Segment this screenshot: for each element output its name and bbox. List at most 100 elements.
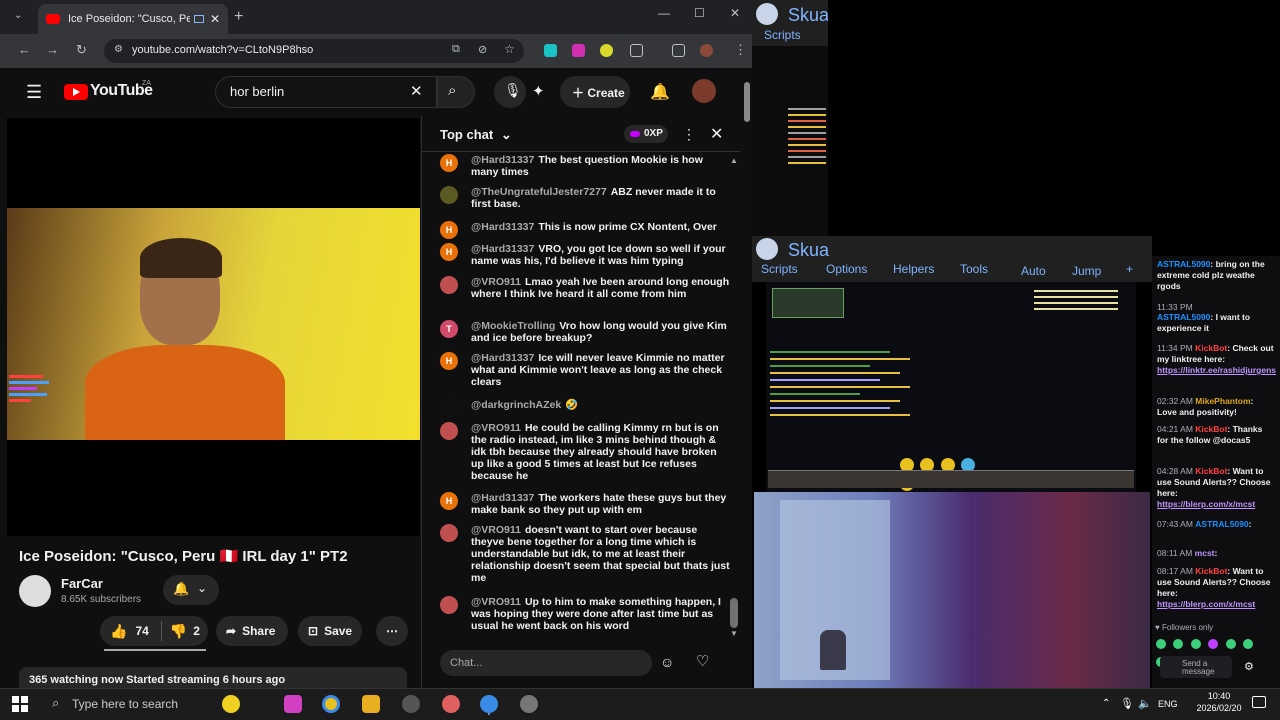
- chat-author-avatar[interactable]: H: [440, 243, 458, 261]
- create-button[interactable]: ＋ Create: [560, 76, 630, 108]
- voice-search-button[interactable]: 🎙: [494, 76, 526, 108]
- chat-scroll-up-icon[interactable]: ▲: [730, 156, 738, 165]
- chat-message[interactable]: @darkgrinchAZek 🤣: [440, 399, 730, 417]
- windows-start-icon[interactable]: [12, 696, 28, 712]
- chat-options-icon[interactable]: ⋮: [682, 126, 696, 143]
- chat-author-name[interactable]: @Hard31337: [471, 221, 534, 233]
- chat-message[interactable]: H @Hard31337 The workers hate these guys b…: [440, 492, 730, 516]
- copilot-icon[interactable]: [284, 695, 302, 713]
- new-tab-button[interactable]: +: [234, 8, 243, 26]
- chat-message[interactable]: @VRO911 Up to him to make something happe…: [440, 596, 730, 632]
- chat-mode-selector[interactable]: Top chat ⌄: [440, 127, 512, 143]
- stream-chat-username[interactable]: mcst: [1195, 548, 1215, 558]
- widgets-icon[interactable]: [222, 695, 240, 713]
- skua-menu-tools[interactable]: Tools: [960, 262, 988, 276]
- chat-author-avatar[interactable]: [440, 276, 458, 294]
- chat-author-name[interactable]: @Hard31337: [471, 154, 534, 166]
- chat-message[interactable]: H @Hard31337 This is now prime CX Nontent,…: [440, 221, 730, 239]
- subscription-bell-button[interactable]: 🔔 ⌄: [163, 575, 219, 605]
- chat-author-name[interactable]: @VRO911: [471, 524, 521, 536]
- search-input[interactable]: hor berlin ✕: [215, 76, 437, 108]
- extension-1-icon[interactable]: [544, 44, 557, 57]
- forward-button[interactable]: →: [46, 42, 59, 57]
- chat-author-name[interactable]: @MookieTrolling: [471, 320, 555, 332]
- app-icon[interactable]: [442, 695, 460, 713]
- stream-chat-username[interactable]: ASTRAL5090: [1157, 312, 1210, 322]
- chat-author-avatar[interactable]: [440, 422, 458, 440]
- bookmark-star-icon[interactable]: ☆: [504, 42, 515, 56]
- stream-chat-username[interactable]: KickBot: [1195, 424, 1227, 434]
- chat-scroll-down-icon[interactable]: ▼: [730, 629, 738, 638]
- chrome-icon[interactable]: [322, 695, 340, 713]
- share-button[interactable]: ➦ Share: [216, 616, 288, 646]
- more-actions-button[interactable]: ⋯: [376, 616, 408, 646]
- chat-message[interactable]: @VRO911 Lmao yeah Ive been around long en…: [440, 276, 730, 300]
- chat-author-avatar[interactable]: H: [440, 221, 458, 239]
- stream-chat-username[interactable]: ASTRAL5090: [1195, 519, 1248, 529]
- maximize-button[interactable]: ☐: [694, 6, 705, 20]
- account-avatar[interactable]: [692, 79, 716, 103]
- extensions-puzzle-icon[interactable]: [630, 44, 643, 57]
- chat-scrollbar[interactable]: [728, 154, 738, 638]
- emote-row[interactable]: [1156, 636, 1270, 667]
- chat-author-avatar[interactable]: T: [440, 320, 458, 338]
- ai-sparkle-icon[interactable]: ✦: [532, 82, 545, 100]
- chat-input[interactable]: Chat...: [440, 650, 652, 676]
- search-button[interactable]: ⌕: [437, 76, 475, 108]
- browser-menu-icon[interactable]: ⋮: [734, 42, 747, 58]
- chat-author-name[interactable]: @VRO911: [471, 422, 521, 434]
- save-button[interactable]: ⊡ Save: [298, 616, 362, 646]
- chat-author-name[interactable]: @TheUngratefulJester7277: [471, 186, 607, 198]
- clear-search-icon[interactable]: ✕: [410, 82, 423, 100]
- extension-3-icon[interactable]: [600, 44, 613, 57]
- profile-avatar-icon[interactable]: [700, 44, 713, 57]
- media-controls-icon[interactable]: [672, 44, 685, 57]
- chat-message[interactable]: @TheUngratefulJester7277 ABZ never made i…: [440, 186, 730, 210]
- chat-scroll-thumb[interactable]: [730, 598, 738, 628]
- chat-message[interactable]: @VRO911 He could be calling Kimmy rn but …: [440, 422, 730, 482]
- chat-author-avatar[interactable]: H: [440, 492, 458, 510]
- close-window-button[interactable]: ✕: [730, 6, 740, 20]
- chat-message[interactable]: H @Hard31337 VRO, you got Ice down so well…: [440, 243, 730, 267]
- skua-menu-auto[interactable]: Auto: [1021, 264, 1046, 278]
- chrome-active-icon[interactable]: [480, 695, 498, 713]
- tab-close-icon[interactable]: ✕: [210, 12, 220, 26]
- chat-author-name[interactable]: @VRO911: [471, 596, 521, 608]
- address-bar[interactable]: ⚙ youtube.com/watch?v=CLtoN9P8hso ⧉ ⊘ ☆: [104, 39, 524, 63]
- chat-author-avatar[interactable]: [440, 399, 458, 417]
- skua-menu-scripts[interactable]: Scripts: [761, 262, 798, 276]
- skua-scripts-tab[interactable]: Scripts: [764, 28, 801, 42]
- watching-now-info[interactable]: 365 watching now Started streaming 6 hou…: [19, 667, 407, 689]
- stream-chat-username[interactable]: ASTRAL5090: [1157, 259, 1210, 269]
- skua-menu-jump[interactable]: Jump: [1072, 264, 1101, 278]
- thumbs-up-icon[interactable]: 👍: [110, 623, 127, 640]
- page-scroll-thumb[interactable]: [744, 82, 750, 122]
- game-action-bar[interactable]: [768, 470, 1134, 488]
- skua-menu-helpers[interactable]: Helpers: [893, 262, 934, 276]
- minimize-button[interactable]: —: [658, 6, 670, 20]
- page-scrollbar[interactable]: [742, 70, 752, 688]
- chat-author-name[interactable]: @Hard31337: [471, 352, 534, 364]
- install-app-icon[interactable]: ⧉: [452, 43, 460, 56]
- chat-author-avatar[interactable]: [440, 186, 458, 204]
- emoji-icon[interactable]: ☺: [660, 654, 674, 670]
- taskbar-search[interactable]: ⌕ Type here to search: [48, 692, 274, 716]
- stream-chat-link[interactable]: https://blerp.com/x/mcst: [1157, 499, 1255, 509]
- back-button[interactable]: ←: [18, 42, 31, 57]
- chat-author-avatar[interactable]: [440, 596, 458, 614]
- steam-icon[interactable]: [520, 695, 538, 713]
- chat-message[interactable]: H @Hard31337 Ice will never leave Kimmie n…: [440, 352, 730, 388]
- thumbs-down-icon[interactable]: 👎: [170, 623, 187, 640]
- close-chat-icon[interactable]: ✕: [710, 124, 723, 144]
- site-info-icon[interactable]: ⚙: [114, 44, 123, 55]
- taskbar-clock[interactable]: 10:40 2026/02/20: [1196, 690, 1242, 714]
- chat-message[interactable]: H @Hard31337 The best question Mookie is h…: [440, 154, 730, 178]
- stream-chat-input[interactable]: Send a message: [1160, 656, 1232, 678]
- like-count[interactable]: 74: [135, 624, 148, 638]
- stream-chat-username[interactable]: KickBot: [1195, 466, 1227, 476]
- chat-author-name[interactable]: @Hard31337: [471, 243, 534, 255]
- chat-message[interactable]: T @MookieTrolling Vro how long would you g…: [440, 320, 730, 344]
- chat-author-avatar[interactable]: H: [440, 352, 458, 370]
- github-desktop-icon[interactable]: [402, 695, 420, 713]
- chat-message[interactable]: @VRO911 doesn't want to start over becaus…: [440, 524, 730, 584]
